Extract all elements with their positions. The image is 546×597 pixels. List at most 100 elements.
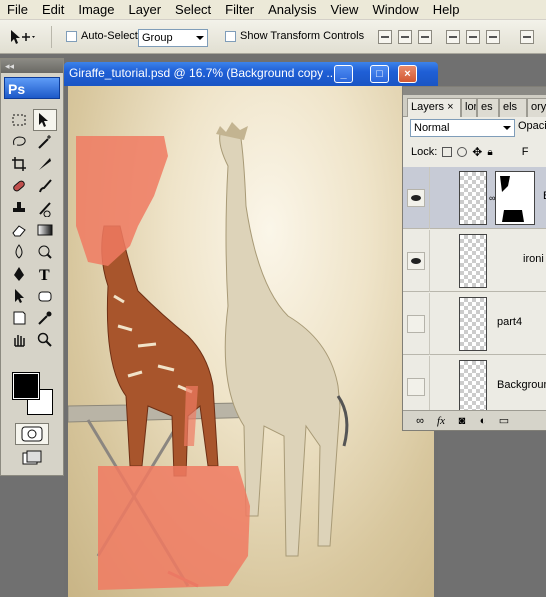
chevron-down-icon xyxy=(196,36,204,40)
history-brush-icon[interactable] xyxy=(33,197,57,219)
layer-row[interactable]: Background xyxy=(403,356,546,418)
menu-filter[interactable]: Filter xyxy=(218,0,261,20)
visibility-eye-icon[interactable] xyxy=(407,189,425,207)
transform-controls-checkbox[interactable] xyxy=(225,31,236,42)
options-bar: Auto-Select: Group Show Transform Contro… xyxy=(0,20,546,54)
menu-layer[interactable]: Layer xyxy=(122,0,169,20)
layer-divider xyxy=(429,293,430,355)
document-title-bar[interactable]: Giraffe_tutorial.psd @ 16.7% (Background… xyxy=(64,62,438,86)
tool-preset-picker[interactable] xyxy=(8,26,52,48)
layers-panel-header[interactable] xyxy=(403,87,546,95)
menu-analysis[interactable]: Analysis xyxy=(261,0,323,20)
visibility-eye-icon[interactable] xyxy=(407,315,425,333)
slice-tool-icon[interactable] xyxy=(33,153,57,175)
shape-tool-icon[interactable] xyxy=(33,285,57,307)
visibility-eye-icon[interactable] xyxy=(407,378,425,396)
pen-tool-icon[interactable] xyxy=(7,263,31,285)
tab-color[interactable]: lor xyxy=(461,98,477,117)
menu-file[interactable]: File xyxy=(0,0,35,20)
menu-select[interactable]: Select xyxy=(168,0,218,20)
align-left-icon[interactable] xyxy=(446,30,460,44)
panel-tabs: Layers × lor es els ory xyxy=(403,95,546,117)
visibility-eye-icon[interactable] xyxy=(407,252,425,270)
tools-panel: ◂◂ Ps T xyxy=(0,58,64,476)
link-icon[interactable]: ∞ xyxy=(413,415,427,427)
path-selection-icon[interactable] xyxy=(7,285,31,307)
opacity-label[interactable]: Opaci xyxy=(518,120,546,132)
screen-mode-button[interactable] xyxy=(15,449,49,469)
menu-edit[interactable]: Edit xyxy=(35,0,71,20)
align-top-icon[interactable] xyxy=(378,30,392,44)
layer-thumbnail[interactable] xyxy=(459,234,487,288)
crop-tool-icon[interactable] xyxy=(7,153,31,175)
align-hcenter-icon[interactable] xyxy=(466,30,480,44)
folder-icon[interactable]: ▭ xyxy=(497,415,511,427)
tab-channels[interactable]: els xyxy=(499,98,527,117)
layers-footer: ∞ fx ◙ ◐ ▭ xyxy=(403,410,546,430)
mask-shape xyxy=(500,176,524,222)
menu-window[interactable]: Window xyxy=(365,0,425,20)
dodge-tool-icon[interactable] xyxy=(33,241,57,263)
blur-tool-icon[interactable] xyxy=(7,241,31,263)
eyedropper-tool-icon[interactable] xyxy=(33,307,57,329)
menu-view[interactable]: View xyxy=(323,0,365,20)
tools-panel-header[interactable]: ◂◂ xyxy=(1,59,63,73)
zoom-tool-icon[interactable] xyxy=(33,329,57,351)
layer-divider xyxy=(429,356,430,418)
fill-label[interactable]: F xyxy=(522,146,529,158)
eraser-tool-icon[interactable] xyxy=(7,219,31,241)
align-bottom-icon[interactable] xyxy=(418,30,432,44)
hand-tool-icon[interactable] xyxy=(7,329,31,351)
ps-logo[interactable]: Ps xyxy=(4,77,60,99)
distribute-top-icon[interactable] xyxy=(520,30,534,44)
document-window: Giraffe_tutorial.psd @ 16.7% (Background… xyxy=(64,62,438,597)
adjustment-icon[interactable]: ◐ xyxy=(476,415,490,427)
quick-mask-icon xyxy=(21,426,43,442)
minimize-button[interactable]: _ xyxy=(334,65,353,83)
gradient-tool-icon[interactable] xyxy=(33,219,57,241)
menu-image[interactable]: Image xyxy=(71,0,121,20)
layer-row[interactable]: ironi xyxy=(403,230,546,292)
type-tool-icon[interactable]: T xyxy=(33,263,57,285)
svg-text:T: T xyxy=(39,267,50,283)
blend-mode-dropdown[interactable]: Normal xyxy=(410,119,515,137)
document-canvas[interactable] xyxy=(68,86,434,597)
foreground-color-swatch[interactable] xyxy=(12,372,40,400)
maximize-button[interactable]: □ xyxy=(370,65,389,83)
tab-swatches[interactable]: es xyxy=(477,98,499,117)
tab-layers[interactable]: Layers × xyxy=(407,98,461,117)
layers-panel: Layers × lor es els ory Normal Opaci Loc… xyxy=(402,86,546,431)
lock-position-icon[interactable]: ✥ xyxy=(472,145,482,159)
align-vcenter-icon[interactable] xyxy=(398,30,412,44)
auto-select-dropdown[interactable]: Group xyxy=(138,29,208,47)
mask-overlay-top xyxy=(76,136,168,266)
mask-icon[interactable]: ◙ xyxy=(455,415,469,427)
layer-thumbnail[interactable] xyxy=(459,360,487,414)
magic-wand-tool-icon[interactable] xyxy=(33,131,57,153)
layer-thumbnail[interactable] xyxy=(459,171,487,225)
mask-overlay-middle xyxy=(184,386,198,446)
layer-thumbnail[interactable] xyxy=(459,297,487,351)
lock-all-icon[interactable]: 🔒︎ xyxy=(487,147,492,158)
marquee-tool-icon[interactable] xyxy=(7,109,31,131)
move-tool-icon[interactable] xyxy=(33,109,57,131)
brush-tool-icon[interactable] xyxy=(33,175,57,197)
lock-pixels-icon[interactable] xyxy=(457,147,468,157)
lock-transparency-icon[interactable] xyxy=(442,147,453,157)
lock-label: Lock: xyxy=(411,146,438,158)
tab-history[interactable]: ory xyxy=(527,98,546,117)
auto-select-checkbox[interactable] xyxy=(66,31,77,42)
layer-row[interactable]: ∞ B xyxy=(403,167,546,229)
healing-brush-icon[interactable] xyxy=(7,175,31,197)
clone-stamp-icon[interactable] xyxy=(7,197,31,219)
menu-help[interactable]: Help xyxy=(426,0,467,20)
notes-tool-icon[interactable] xyxy=(7,307,31,329)
layer-row[interactable]: part4 xyxy=(403,293,546,355)
lasso-tool-icon[interactable] xyxy=(7,131,31,153)
fx-icon[interactable]: fx xyxy=(434,415,448,427)
screen-mode-icon xyxy=(22,450,42,465)
quick-mask-button[interactable] xyxy=(15,423,49,445)
close-button[interactable]: × xyxy=(398,65,417,83)
align-right-icon[interactable] xyxy=(486,30,500,44)
layer-mask-thumbnail[interactable] xyxy=(495,171,535,225)
